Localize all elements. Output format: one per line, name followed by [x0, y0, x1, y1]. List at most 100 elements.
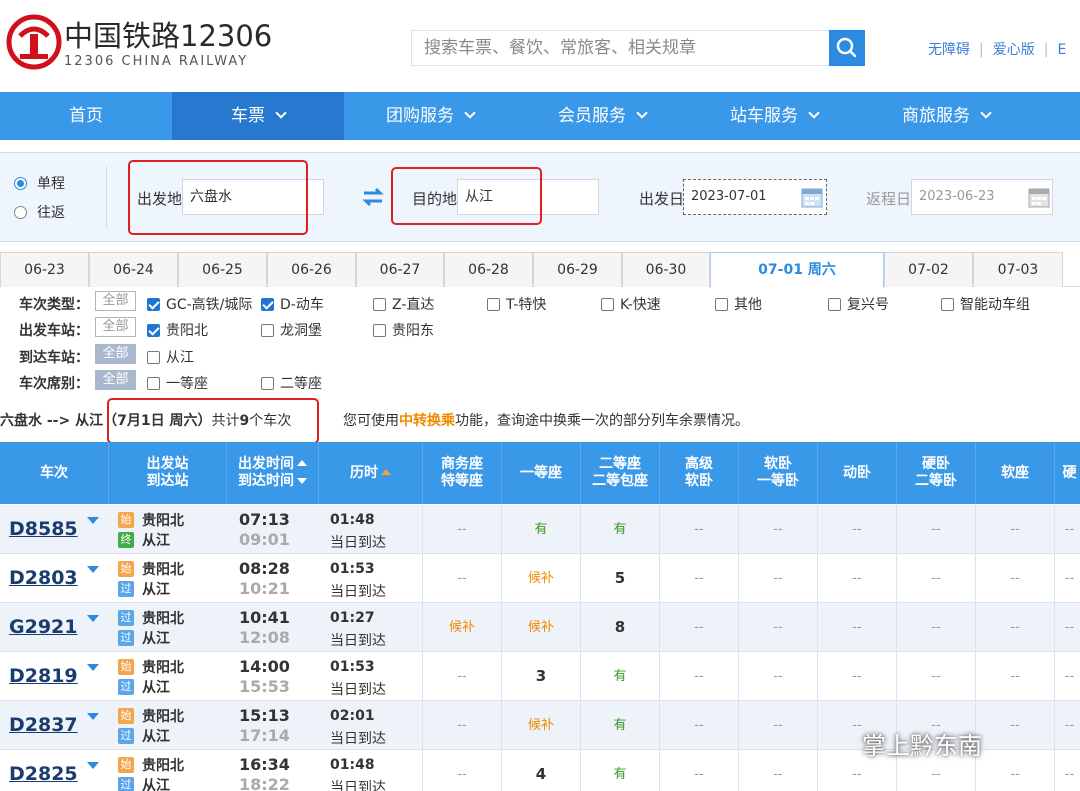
filter-all-button[interactable]: 全部 [95, 291, 136, 311]
seat-availability[interactable]: 候补 [501, 603, 580, 652]
seat-availability[interactable]: 有 [501, 505, 580, 554]
date-tab[interactable]: 07-03 [973, 252, 1063, 287]
seat-availability[interactable]: 候补 [501, 554, 580, 603]
filter-option[interactable]: 智能动车组 [941, 294, 1030, 314]
date-tab[interactable]: 06-29 [533, 252, 622, 287]
filter-option[interactable]: Z-直达 [373, 294, 434, 314]
filter-option[interactable]: 复兴号 [828, 294, 889, 314]
filter-option[interactable]: 贵阳北 [147, 320, 208, 340]
checkbox-icon[interactable] [147, 351, 160, 364]
date-tab[interactable]: 06-27 [356, 252, 444, 287]
filter-all-button[interactable]: 全部 [95, 317, 136, 337]
date-tab[interactable]: 06-28 [444, 252, 533, 287]
date-tab[interactable]: 06-24 [89, 252, 178, 287]
date-tab[interactable]: 06-26 [267, 252, 356, 287]
calendar-icon[interactable] [801, 186, 823, 208]
dropdown-arrow-icon[interactable] [87, 762, 99, 769]
nav-item[interactable]: 商旅服务 [860, 92, 1032, 140]
highlight-box [128, 160, 308, 235]
swap-icon[interactable] [362, 187, 384, 207]
trip-oneway-option[interactable]: 单程 [14, 173, 65, 193]
train-number-link[interactable]: D2837 [9, 714, 78, 736]
seat-availability[interactable]: 5 [580, 554, 659, 603]
dropdown-arrow-icon[interactable] [87, 566, 99, 573]
train-number-link[interactable]: D2803 [9, 567, 78, 589]
sort-asc-icon[interactable] [381, 468, 391, 475]
english-link[interactable]: E [1057, 42, 1066, 58]
seat-availability[interactable]: 有 [580, 750, 659, 791]
train-number-link[interactable]: D8585 [9, 518, 78, 540]
checkbox-icon[interactable] [373, 298, 386, 311]
train-number-link[interactable]: G2921 [9, 616, 77, 638]
seat-availability[interactable]: 3 [501, 652, 580, 701]
checkbox-icon[interactable] [601, 298, 614, 311]
link-separator: | [1043, 42, 1049, 58]
date-tab[interactable]: 06-30 [622, 252, 710, 287]
filter-option[interactable]: 其他 [715, 294, 762, 314]
filter-option[interactable]: 一等座 [147, 373, 208, 393]
checkbox-checked-icon[interactable] [261, 298, 274, 311]
train-number-link[interactable]: D2819 [9, 665, 78, 687]
filter-option[interactable]: 二等座 [261, 373, 322, 393]
checkbox-icon[interactable] [941, 298, 954, 311]
date-tab[interactable]: 07-02 [884, 252, 973, 287]
seat-availability[interactable]: 4 [501, 750, 580, 791]
checkbox-icon[interactable] [715, 298, 728, 311]
column-header[interactable]: 历时 [318, 442, 422, 504]
care-version-link[interactable]: 爱心版 [993, 42, 1035, 58]
column-header-line1: 出发站 [146, 456, 189, 472]
depart-date-label: 出发日 [639, 190, 685, 208]
nav-item[interactable]: 车票 [172, 92, 344, 140]
checkbox-checked-icon[interactable] [147, 298, 160, 311]
search-input[interactable]: 搜索车票、餐饮、常旅客、相关规章 [411, 30, 829, 66]
date-tabs: 06-23 06-24 06-25 06-26 06-27 06-28 06-29 06-30… [0, 252, 1080, 288]
checkbox-icon[interactable] [487, 298, 500, 311]
seat-availability[interactable]: 有 [580, 505, 659, 554]
checkbox-checked-icon[interactable] [147, 324, 160, 337]
seat-availability[interactable]: 有 [580, 701, 659, 750]
filter-all-button[interactable]: 全部 [95, 344, 136, 364]
search-button[interactable] [829, 30, 865, 66]
filter-option[interactable]: 从江 [147, 347, 194, 367]
filter-option[interactable]: K-快速 [601, 294, 661, 314]
checkbox-icon[interactable] [828, 298, 841, 311]
to-station: 从江 [142, 729, 170, 745]
dropdown-arrow-icon[interactable] [87, 615, 99, 622]
nav-item[interactable]: 首页 [0, 92, 172, 140]
filter-option[interactable]: T-特快 [487, 294, 546, 314]
filter-option[interactable]: 贵阳东 [373, 320, 434, 340]
checkbox-icon[interactable] [261, 324, 274, 337]
checkbox-icon[interactable] [147, 377, 160, 390]
seat-availability[interactable]: 8 [580, 603, 659, 652]
filter-option[interactable]: D-动车 [261, 294, 324, 314]
column-header[interactable]: 出发时间 到达时间 [226, 442, 318, 504]
calendar-icon[interactable] [1028, 186, 1050, 208]
railway-logo-icon[interactable] [6, 14, 62, 70]
filter-option-label: Z-直达 [392, 297, 435, 313]
train-number-link[interactable]: D2825 [9, 763, 78, 785]
dropdown-arrow-icon[interactable] [87, 664, 99, 671]
filter-all-button[interactable]: 全部 [95, 370, 136, 390]
date-tab[interactable]: 07-01 周六 [710, 252, 884, 288]
seat-availability[interactable]: 候补 [422, 603, 501, 652]
date-tab[interactable]: 06-25 [178, 252, 267, 287]
checkbox-icon[interactable] [373, 324, 386, 337]
dropdown-arrow-icon[interactable] [87, 517, 99, 524]
date-tab[interactable]: 06-23 [0, 252, 89, 287]
sort-asc-icon[interactable] [297, 460, 307, 466]
nav-item[interactable]: 会员服务 [516, 92, 688, 140]
filter-option[interactable]: 龙洞堡 [261, 320, 322, 340]
dropdown-arrow-icon[interactable] [87, 713, 99, 720]
column-header: 软卧 一等卧 [738, 442, 817, 504]
trip-round-option[interactable]: 往返 [14, 202, 65, 222]
seat-availability[interactable]: 候补 [501, 701, 580, 750]
checkbox-icon[interactable] [261, 377, 274, 390]
accessibility-link[interactable]: 无障碍 [928, 42, 970, 58]
seat-availability[interactable]: 有 [580, 652, 659, 701]
sort-desc-icon[interactable] [297, 478, 307, 484]
filter-option[interactable]: GC-高铁/城际 [147, 294, 252, 314]
nav-item[interactable]: 团购服务 [344, 92, 516, 140]
nav-item[interactable]: 站车服务 [688, 92, 860, 140]
column-header-line1: 硬 [1062, 464, 1077, 481]
transfer-link[interactable]: 中转换乘 [399, 413, 455, 429]
